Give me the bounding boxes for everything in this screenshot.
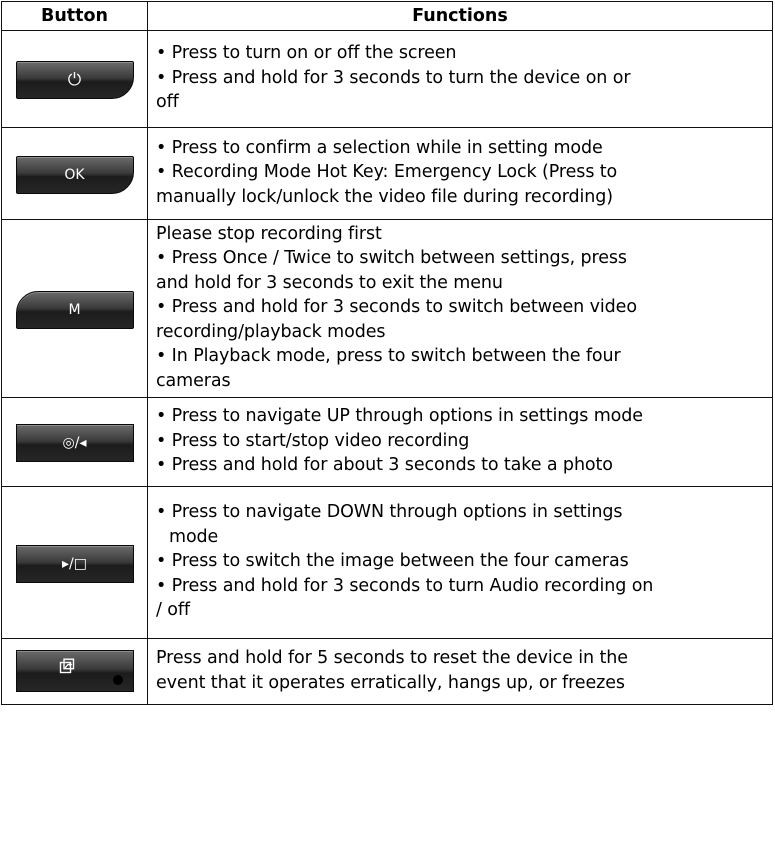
function-line: • Press and hold for 3 seconds to switch… <box>156 297 637 318</box>
button-cell: ⏻ <box>1 30 148 128</box>
button-functions-table: Button Functions ⏻ • Press to turn on or… <box>1 1 773 705</box>
function-line: • Press to navigate UP through options i… <box>156 406 643 427</box>
menu-button[interactable]: M <box>15 290 134 329</box>
function-line: manually lock/unlock the video file duri… <box>156 186 613 207</box>
button-cell: M <box>1 219 148 398</box>
function-line: recording/playback modes <box>156 321 386 342</box>
function-line: • Press Once / Twice to switch between s… <box>156 248 627 269</box>
function-line: • Press and hold for 3 seconds to turn t… <box>156 67 631 88</box>
function-line: cameras <box>156 370 231 391</box>
function-line: • Press and hold for 3 seconds to turn A… <box>156 575 654 596</box>
record-up-icon: ◎/◂ <box>62 435 87 451</box>
power-button[interactable]: ⏻ <box>15 61 134 99</box>
table-row-ok: OK • Press to confirm a selection while … <box>1 127 773 220</box>
record-up-button[interactable]: ◎/◂ <box>15 424 134 462</box>
function-line: • In Playback mode, press to switch betw… <box>156 346 621 367</box>
function-line: • Press to navigate DOWN through options… <box>156 502 623 523</box>
functions-cell: • Press to navigate DOWN through options… <box>147 486 773 639</box>
button-cell <box>1 638 148 705</box>
function-line: • Press to confirm a selection while in … <box>156 137 603 158</box>
functions-cell: • Press to confirm a selection while in … <box>147 127 773 220</box>
button-cell: ◎/◂ <box>1 397 148 487</box>
function-line: event that it operates erratically, hang… <box>156 672 625 693</box>
functions-cell: • Press to turn on or off the screen • P… <box>147 30 773 128</box>
function-line: • Recording Mode Hot Key: Emergency Lock… <box>156 162 618 183</box>
function-line: • Press to start/stop video recording <box>156 430 470 451</box>
header-row: Button Functions <box>1 1 773 31</box>
playback-down-button[interactable]: ▸/□ <box>15 544 134 583</box>
function-line: off <box>156 92 179 113</box>
function-line: • Press and hold for about 3 seconds to … <box>156 455 613 476</box>
functions-cell: Please stop recording first • Press Once… <box>147 219 773 398</box>
table-row-power: ⏻ • Press to turn on or off the screen •… <box>1 30 773 128</box>
function-line: mode <box>169 526 219 547</box>
function-line: / off <box>156 600 190 621</box>
reset-button[interactable] <box>15 649 134 692</box>
functions-cell: Press and hold for 5 seconds to reset th… <box>147 638 773 705</box>
ok-button[interactable]: OK <box>15 155 134 194</box>
function-line: and hold for 3 seconds to exit the menu <box>156 272 503 293</box>
table-row-reset: Press and hold for 5 seconds to reset th… <box>1 638 773 705</box>
button-cell: ▸/□ <box>1 486 148 639</box>
function-line: Please stop recording first <box>156 223 382 244</box>
function-line: Press and hold for 5 seconds to reset th… <box>156 648 628 668</box>
function-line: • Press to switch the image between the … <box>156 551 629 572</box>
reset-pinhole <box>112 674 123 685</box>
reset-icon <box>59 658 74 673</box>
table-row-menu: M Please stop recording first • Press On… <box>1 219 773 398</box>
table-row-playback-down: ▸/□ • Press to navigate DOWN through opt… <box>1 486 773 639</box>
button-cell: OK <box>1 127 148 220</box>
table-row-record-up: ◎/◂ • Press to navigate UP through optio… <box>1 397 773 487</box>
functions-cell: • Press to navigate UP through options i… <box>147 397 773 487</box>
header-button: Button <box>1 1 148 31</box>
function-line: • Press to turn on or off the screen <box>156 43 457 64</box>
header-functions: Functions <box>147 1 773 31</box>
playback-down-icon: ▸/□ <box>62 555 87 572</box>
power-icon: ⏻ <box>67 70 82 90</box>
